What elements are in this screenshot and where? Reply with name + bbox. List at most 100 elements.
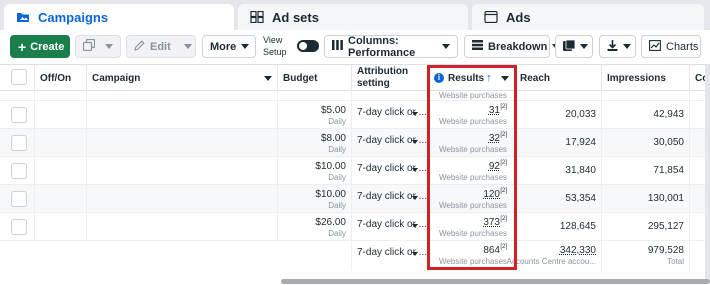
- create-button-label: Create: [30, 40, 65, 53]
- tab-campaigns[interactable]: Campaigns: [4, 4, 234, 30]
- table-row: $8.00 Daily 7-day click or ... 32 [2] Website…: [0, 129, 710, 157]
- export-button[interactable]: [599, 35, 636, 58]
- column-reach[interactable]: Reach: [515, 65, 602, 91]
- budget-value[interactable]: $10.00: [315, 161, 346, 172]
- budget-value[interactable]: $26.00: [315, 217, 346, 228]
- tab-ads[interactable]: Ads: [472, 4, 704, 30]
- column-budget[interactable]: Budget: [278, 65, 352, 91]
- budget-period: Daily: [328, 117, 346, 126]
- row-checkbox[interactable]: [11, 135, 27, 151]
- create-button[interactable]: + Create: [10, 35, 70, 58]
- row-checkbox[interactable]: [11, 191, 27, 207]
- results-sub-label: Website purchases: [439, 145, 507, 154]
- sort-ascending-icon[interactable]: ↑: [486, 72, 492, 84]
- column-campaign[interactable]: Campaign: [87, 65, 278, 91]
- breakdown-button-label: Breakdown: [488, 40, 548, 53]
- columns-button-label: Columns: Performance: [348, 34, 416, 59]
- results-value[interactable]: 92: [489, 161, 500, 172]
- row-toggle-cell: [35, 129, 87, 157]
- impressions-value: 71,854: [653, 165, 684, 176]
- reach-value: 31,840: [565, 165, 596, 176]
- row-campaign-cell: [87, 213, 278, 241]
- row-checkbox[interactable]: [11, 107, 27, 123]
- chevron-down-icon: [580, 44, 588, 49]
- charts-button[interactable]: Charts: [641, 35, 701, 58]
- results-value[interactable]: 32: [489, 133, 500, 144]
- row-checkbox[interactable]: [11, 219, 27, 235]
- budget-period: Daily: [328, 229, 346, 238]
- column-off-on[interactable]: Off/On: [35, 65, 87, 91]
- table-row: $10.00 Daily 7-day click or ... 92 [2] Websit…: [0, 157, 710, 185]
- tab-ad-sets[interactable]: Ad sets: [238, 4, 468, 30]
- total-results: 864: [483, 245, 500, 256]
- select-all-checkbox[interactable]: [11, 69, 27, 85]
- view-setup-toggle[interactable]: [297, 40, 319, 52]
- total-reach[interactable]: 342,330: [560, 245, 596, 256]
- chevron-down-icon: [412, 252, 418, 256]
- footnote-marker: [2]: [500, 104, 507, 110]
- tab-ad-sets-label: Ad sets: [272, 9, 319, 25]
- results-value[interactable]: 120: [483, 189, 500, 200]
- column-impressions[interactable]: Impressions: [602, 65, 690, 91]
- footnote-marker: [2]: [500, 160, 507, 166]
- edit-button-label: Edit: [150, 40, 171, 53]
- chevron-down-icon: [264, 76, 272, 81]
- row-toggle-cell: [35, 213, 87, 241]
- footnote-marker: [2]: [500, 216, 507, 222]
- total-impressions-sub: Total: [667, 257, 684, 266]
- chevron-down-icon: [241, 44, 250, 49]
- horizontal-scrollbar[interactable]: [281, 279, 710, 284]
- row-toggle-cell: [35, 157, 87, 185]
- column-results[interactable]: i Results ↑: [429, 65, 515, 91]
- breakdown-button[interactable]: Breakdown: [464, 35, 561, 58]
- impressions-value: 295,127: [647, 221, 684, 232]
- footnote-marker: [2]: [500, 244, 507, 250]
- download-icon: [607, 39, 618, 54]
- more-button-label: More: [210, 40, 237, 53]
- budget-period: Daily: [328, 145, 346, 154]
- table-row: $10.00 Daily 7-day click or ... 120 [2] Websi…: [0, 185, 710, 213]
- reports-button[interactable]: [555, 35, 593, 58]
- reach-value: 53,354: [565, 193, 596, 204]
- charts-button-label: Charts: [666, 40, 699, 53]
- reports-icon: [563, 39, 576, 54]
- table-header: Off/On Campaign Budget Attribution setti…: [0, 65, 710, 91]
- budget-value[interactable]: $5.00: [321, 105, 346, 116]
- select-all-column: [0, 65, 35, 91]
- campaigns-table: Off/On Campaign Budget Attribution setti…: [0, 64, 710, 285]
- chevron-down-icon: [501, 76, 509, 81]
- budget-value[interactable]: $10.00: [315, 189, 346, 200]
- columns-button[interactable]: Columns: Performance: [324, 34, 458, 59]
- chevron-down-icon: [183, 44, 192, 49]
- row-campaign-cell: [87, 101, 278, 129]
- reach-value: 20,033: [565, 109, 596, 120]
- row-checkbox[interactable]: [11, 163, 27, 179]
- duplicate-button[interactable]: [75, 35, 121, 58]
- ad-icon: [484, 10, 498, 24]
- folder-icon: [16, 11, 30, 23]
- table-row: Website purchases: [0, 91, 710, 101]
- results-sub-label: Website purchases: [439, 201, 507, 210]
- results-sub-label: Website purchases: [439, 173, 507, 182]
- results-sub-label: Website purchases: [439, 229, 507, 238]
- info-icon[interactable]: i: [434, 73, 444, 83]
- breakdown-icon: [472, 40, 483, 53]
- more-button[interactable]: More: [202, 35, 256, 58]
- chevron-down-icon: [412, 168, 418, 172]
- row-toggle-cell: [35, 101, 87, 129]
- reach-value: 128,645: [559, 221, 596, 232]
- total-reach-sub: Accounts Centre accou...: [506, 257, 596, 266]
- results-value[interactable]: 31: [489, 105, 500, 116]
- chevron-down-icon: [412, 224, 418, 228]
- table-row: $26.00 Daily 7-day click or ... 373 [2] Websi…: [0, 213, 710, 241]
- vertical-scrollbar[interactable]: [705, 64, 710, 279]
- results-value[interactable]: 373: [483, 217, 500, 228]
- footnote-marker: [2]: [500, 132, 507, 138]
- budget-value[interactable]: $8.00: [321, 133, 346, 144]
- budget-period: Daily: [328, 201, 346, 210]
- tab-campaigns-label: Campaigns: [38, 9, 109, 25]
- edit-button[interactable]: Edit: [126, 35, 196, 58]
- column-attribution[interactable]: Attribution setting: [352, 65, 429, 91]
- budget-period: Daily: [328, 173, 346, 182]
- plus-icon: +: [18, 38, 27, 55]
